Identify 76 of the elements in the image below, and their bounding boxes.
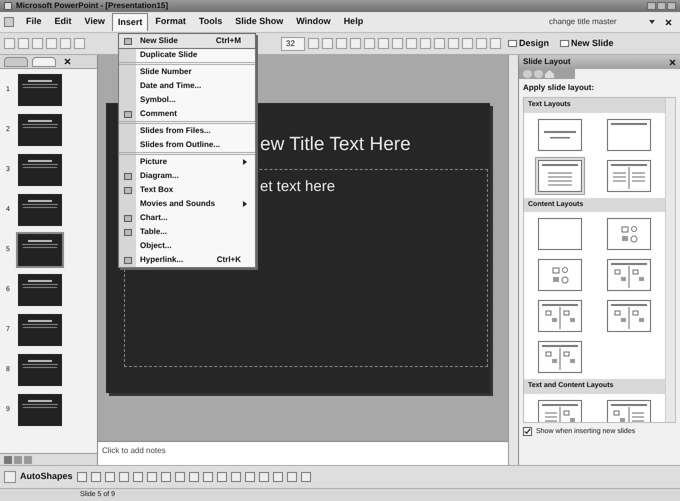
toolbar-icon[interactable] <box>476 38 487 49</box>
outline-tab[interactable] <box>4 56 28 66</box>
menu-item[interactable]: Hyperlink... Ctrl+K <box>119 253 255 267</box>
menu-item[interactable]: File <box>20 12 48 32</box>
menu-item[interactable]: Chart... <box>119 211 255 225</box>
menu-item[interactable]: Movies and Sounds <box>119 197 255 211</box>
menu-item[interactable]: Edit <box>48 12 78 32</box>
new-slide-button[interactable]: New Slide <box>556 36 618 50</box>
toolbar-icon[interactable] <box>490 38 501 49</box>
toolbar-icon[interactable] <box>308 38 319 49</box>
menu-item[interactable]: Insert <box>112 12 148 32</box>
toolbar-icon[interactable] <box>74 38 85 49</box>
menu-item[interactable]: Duplicate Slide <box>119 48 255 62</box>
scrollbar[interactable] <box>665 98 675 422</box>
toolbar-icon[interactable] <box>420 38 431 49</box>
design-button[interactable]: Design <box>504 36 554 50</box>
toolbar-icon[interactable] <box>322 38 333 49</box>
slide-icon <box>508 40 517 47</box>
close-icon[interactable] <box>669 58 676 66</box>
menu-item[interactable]: Tools <box>192 12 228 32</box>
font-size-field[interactable]: 32 <box>281 36 305 50</box>
close-button[interactable] <box>667 2 676 10</box>
slide-icon <box>560 40 570 47</box>
slide-thumbnail[interactable] <box>16 232 64 268</box>
checkbox[interactable] <box>523 427 532 436</box>
task-pane-title: Slide Layout <box>523 56 571 68</box>
app-icon <box>4 2 12 10</box>
toolbar-icon[interactable] <box>434 38 445 49</box>
toolbar-icon[interactable] <box>462 38 473 49</box>
toolbar-icon[interactable] <box>4 38 15 49</box>
menu-item[interactable]: Window <box>290 12 337 32</box>
task-pane-heading: Apply slide layout: <box>522 82 596 94</box>
menu-item[interactable]: Picture <box>119 152 255 169</box>
toolbar-icon[interactable] <box>448 38 459 49</box>
slide-body-text: et text here <box>260 177 336 197</box>
menu-icon <box>124 256 132 264</box>
menu-item[interactable]: Slide Number <box>119 62 255 79</box>
menu-item[interactable]: New Slide Ctrl+M <box>119 34 255 48</box>
minimize-button[interactable] <box>647 2 656 10</box>
autoshapes-button[interactable]: AutoShapes <box>20 470 73 484</box>
toolbar-icon[interactable] <box>336 38 347 49</box>
document-icon[interactable] <box>4 17 14 27</box>
layout-thumbnail[interactable] <box>534 156 585 194</box>
toolbar-icon[interactable] <box>46 38 57 49</box>
menu-item[interactable]: Text Box <box>119 183 255 197</box>
menu-item[interactable]: Help <box>338 12 370 32</box>
menu-item[interactable]: Slide Show <box>229 12 290 32</box>
close-icon[interactable] <box>665 18 672 26</box>
toolbar-icon[interactable] <box>406 38 417 49</box>
menu-item[interactable]: Comment <box>119 107 255 121</box>
menu-item[interactable]: Format <box>149 12 192 32</box>
slides-tab[interactable] <box>32 56 56 66</box>
close-icon[interactable] <box>64 58 71 65</box>
menu-item[interactable]: Diagram... <box>119 169 255 183</box>
slide-title: ew Title Text Here <box>260 133 411 157</box>
menu-icon <box>124 110 132 118</box>
toolbar-icon[interactable] <box>18 38 29 49</box>
toolbar-icon[interactable] <box>32 38 43 49</box>
toolbar-icon[interactable] <box>392 38 403 49</box>
maximize-button[interactable] <box>657 2 666 10</box>
menu-item[interactable]: Symbol... <box>119 93 255 107</box>
menu-item[interactable]: Slides from Files... <box>119 121 255 138</box>
help-search-field[interactable]: change title master <box>549 16 639 28</box>
menu-item[interactable]: Table... <box>119 225 255 239</box>
window-title: Microsoft PowerPoint - [Presentation15] <box>16 2 168 10</box>
menu-icon <box>124 38 132 44</box>
toolbar-icon[interactable] <box>364 38 375 49</box>
menu-item[interactable]: Object... <box>119 239 255 253</box>
scrollbar[interactable] <box>508 55 518 465</box>
menu-item[interactable]: Date and Time... <box>119 79 255 93</box>
toolbar-icon[interactable] <box>350 38 361 49</box>
menu-item[interactable]: Slides from Outline... <box>119 138 255 152</box>
toolbar-icon[interactable] <box>60 38 71 49</box>
notes-field[interactable]: Click to add notes <box>98 441 508 465</box>
menu-item[interactable]: View <box>78 12 111 32</box>
toolbar-icon[interactable] <box>378 38 389 49</box>
